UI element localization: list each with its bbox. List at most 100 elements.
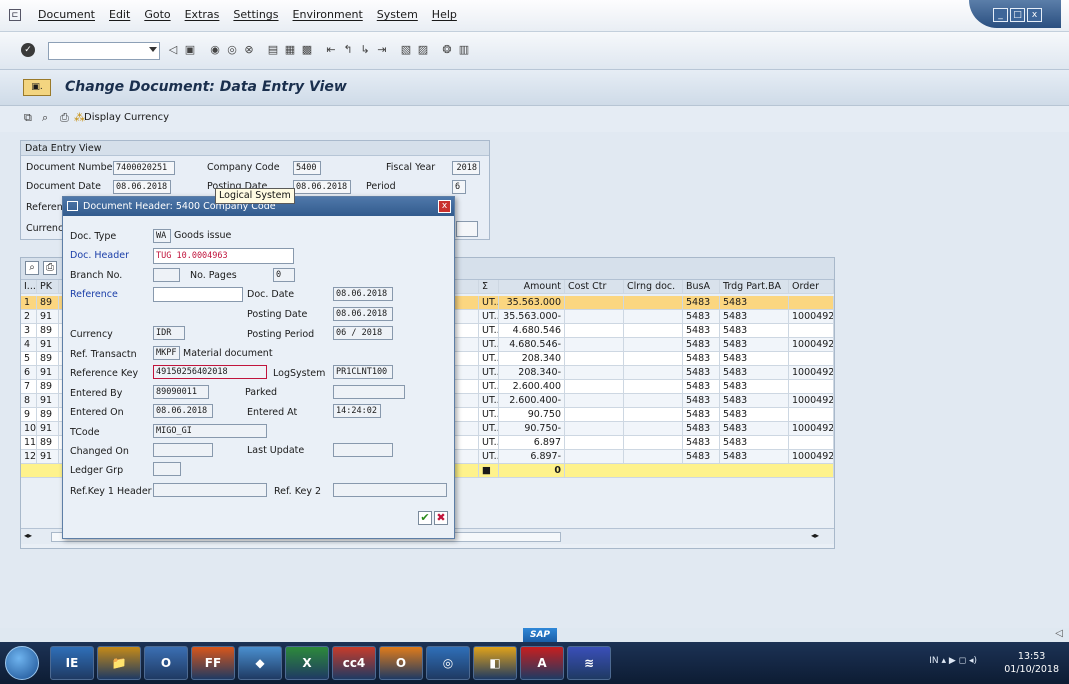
extra-field[interactable] bbox=[456, 221, 478, 237]
reference-key-field[interactable]: 49150256402018 bbox=[153, 365, 267, 379]
fiscal-year-field[interactable]: 2018 bbox=[452, 161, 480, 175]
ref-transaction-field[interactable]: MKPF bbox=[153, 346, 180, 360]
menu-document[interactable]: Document bbox=[38, 8, 95, 21]
doc-number-field[interactable]: 7400020251 bbox=[113, 161, 175, 175]
column-header[interactable]: Amount bbox=[499, 280, 565, 294]
new-session-icon[interactable]: ▧ bbox=[399, 43, 413, 57]
last-update-field[interactable] bbox=[333, 443, 393, 457]
column-header[interactable]: Trdg Part.BA bbox=[720, 280, 789, 294]
menu-extras[interactable]: Extras bbox=[185, 8, 220, 21]
back-icon[interactable]: ◉ bbox=[208, 43, 222, 57]
period-field[interactable]: 6 bbox=[452, 180, 466, 194]
branch-field[interactable] bbox=[153, 268, 180, 282]
taskbar-app-icon[interactable]: 📁 bbox=[97, 646, 141, 680]
tcode-field[interactable]: MIGO_GI bbox=[153, 424, 267, 438]
table-cell: UT... bbox=[479, 338, 499, 352]
last-page-icon[interactable]: ⇥ bbox=[375, 43, 389, 57]
posting-date-field[interactable]: 08.06.2018 bbox=[293, 180, 351, 194]
shortcut-icon[interactable]: ▨ bbox=[416, 43, 430, 57]
next-page-icon[interactable]: ↳ bbox=[358, 43, 372, 57]
menu-icon[interactable]: ▣. bbox=[23, 79, 51, 96]
details-icon[interactable]: ⌕ bbox=[25, 261, 39, 275]
display-currency-button[interactable]: Display Currency bbox=[84, 112, 169, 123]
taskbar-app-icon[interactable]: cc4 bbox=[332, 646, 376, 680]
exit-icon[interactable]: ◎ bbox=[225, 43, 239, 57]
taskbar-app-icon[interactable]: X bbox=[285, 646, 329, 680]
currency-field[interactable]: IDR bbox=[153, 326, 185, 340]
company-code-field[interactable]: 5400 bbox=[293, 161, 321, 175]
taskbar-app-icon[interactable]: O bbox=[144, 646, 188, 680]
confirm-button[interactable]: ✔ bbox=[418, 511, 432, 525]
first-page-icon[interactable]: ⇤ bbox=[324, 43, 338, 57]
window-menu-icon[interactable]: ⊏ bbox=[9, 9, 21, 21]
display-icon[interactable]: ⌕ bbox=[42, 111, 48, 125]
changed-on-field[interactable] bbox=[153, 443, 213, 457]
help-icon[interactable]: ❂ bbox=[440, 43, 454, 57]
menu-system[interactable]: System bbox=[377, 8, 418, 21]
menu-edit[interactable]: Edit bbox=[109, 8, 130, 21]
print-list-icon[interactable]: ⎙ bbox=[43, 261, 57, 275]
column-header[interactable]: Order bbox=[789, 280, 834, 294]
menu-settings[interactable]: Settings bbox=[233, 8, 278, 21]
doc-date-field[interactable]: 08.06.2018 bbox=[333, 287, 393, 301]
ref-key1-field[interactable] bbox=[153, 483, 267, 497]
entered-by-field[interactable]: 89090011 bbox=[153, 385, 209, 399]
menu-goto[interactable]: Goto bbox=[144, 8, 170, 21]
no-pages-field[interactable]: 0 bbox=[273, 268, 295, 282]
column-header[interactable]: Clrng doc. bbox=[624, 280, 683, 294]
maximize-button[interactable]: □ bbox=[1010, 8, 1025, 22]
command-field[interactable] bbox=[48, 42, 160, 60]
taskbar-app-icon[interactable]: IE bbox=[50, 646, 94, 680]
minimize-button[interactable]: _ bbox=[993, 8, 1008, 22]
enter-icon[interactable]: ✓ bbox=[21, 43, 35, 57]
save-icon[interactable]: ▣ bbox=[183, 43, 197, 57]
taskbar-app-icon[interactable]: O bbox=[379, 646, 423, 680]
column-header[interactable]: BusA bbox=[683, 280, 720, 294]
layout-menu-icon[interactable]: ▥ bbox=[457, 43, 471, 57]
scroll-left-icon[interactable]: ◂▸ bbox=[24, 531, 32, 540]
posting-period-field[interactable]: 06 / 2018 bbox=[333, 326, 393, 340]
taskbar-app-icon[interactable]: FF bbox=[191, 646, 235, 680]
change-doc-icon[interactable]: ⧉ bbox=[24, 111, 32, 125]
cancel-button[interactable]: ✖ bbox=[434, 511, 448, 525]
taskbar-app-icon[interactable]: ◆ bbox=[238, 646, 282, 680]
clock[interactable]: 13:53 01/10/2018 bbox=[1004, 650, 1059, 676]
entered-at-field[interactable]: 14:24:02 bbox=[333, 404, 381, 418]
parked-field[interactable] bbox=[333, 385, 405, 399]
find-icon[interactable]: ▦ bbox=[283, 43, 297, 57]
entered-on-field[interactable]: 08.06.2018 bbox=[153, 404, 213, 418]
ref-key2-field[interactable] bbox=[333, 483, 447, 497]
ref-transaction-label: Ref. Transactn bbox=[70, 349, 137, 360]
cancel-icon[interactable]: ⊗ bbox=[242, 43, 256, 57]
close-button[interactable]: x bbox=[1027, 8, 1042, 22]
ledger-group-field[interactable] bbox=[153, 462, 181, 476]
status-toggle-icon[interactable]: ◁ bbox=[1055, 628, 1063, 639]
previous-page-icon[interactable]: ↰ bbox=[341, 43, 355, 57]
taskbar-app-icon[interactable]: ◧ bbox=[473, 646, 517, 680]
log-system-field[interactable]: PR1CLNT100 bbox=[333, 365, 393, 379]
posting-date-field[interactable]: 08.06.2018 bbox=[333, 307, 393, 321]
scroll-right-icon[interactable]: ◂▸ bbox=[811, 531, 819, 540]
column-header[interactable]: Cost Ctr bbox=[565, 280, 624, 294]
print-icon[interactable]: ⎙ bbox=[60, 111, 69, 125]
find-next-icon[interactable]: ▩ bbox=[300, 43, 314, 57]
chevron-down-icon[interactable] bbox=[149, 47, 157, 52]
menu-help[interactable]: Help bbox=[432, 8, 457, 21]
taskbar-app-icon[interactable]: ≋ bbox=[567, 646, 611, 680]
start-button[interactable] bbox=[5, 646, 39, 680]
back-arrow-icon[interactable]: ◁ bbox=[166, 43, 180, 57]
column-header[interactable]: Σ bbox=[479, 280, 499, 294]
doc-header-input[interactable]: TUG 10.0004963 bbox=[153, 248, 294, 264]
taskbar-app-icon[interactable]: ◎ bbox=[426, 646, 470, 680]
menu-environment[interactable]: Environment bbox=[293, 8, 363, 21]
print-icon[interactable]: ▤ bbox=[266, 43, 280, 57]
system-tray[interactable]: IN ▴ ▶ ◻ ◂) bbox=[929, 656, 977, 666]
doc-date-field[interactable]: 08.06.2018 bbox=[113, 180, 171, 194]
dialog-close-button[interactable]: x bbox=[438, 200, 451, 213]
table-cell: 5483 bbox=[683, 324, 720, 338]
column-header[interactable]: PK bbox=[37, 280, 59, 294]
taskbar-app-icon[interactable]: A bbox=[520, 646, 564, 680]
doc-type-field[interactable]: WA bbox=[153, 229, 171, 243]
reference-input[interactable] bbox=[153, 287, 243, 302]
column-header[interactable]: I... bbox=[21, 280, 37, 294]
